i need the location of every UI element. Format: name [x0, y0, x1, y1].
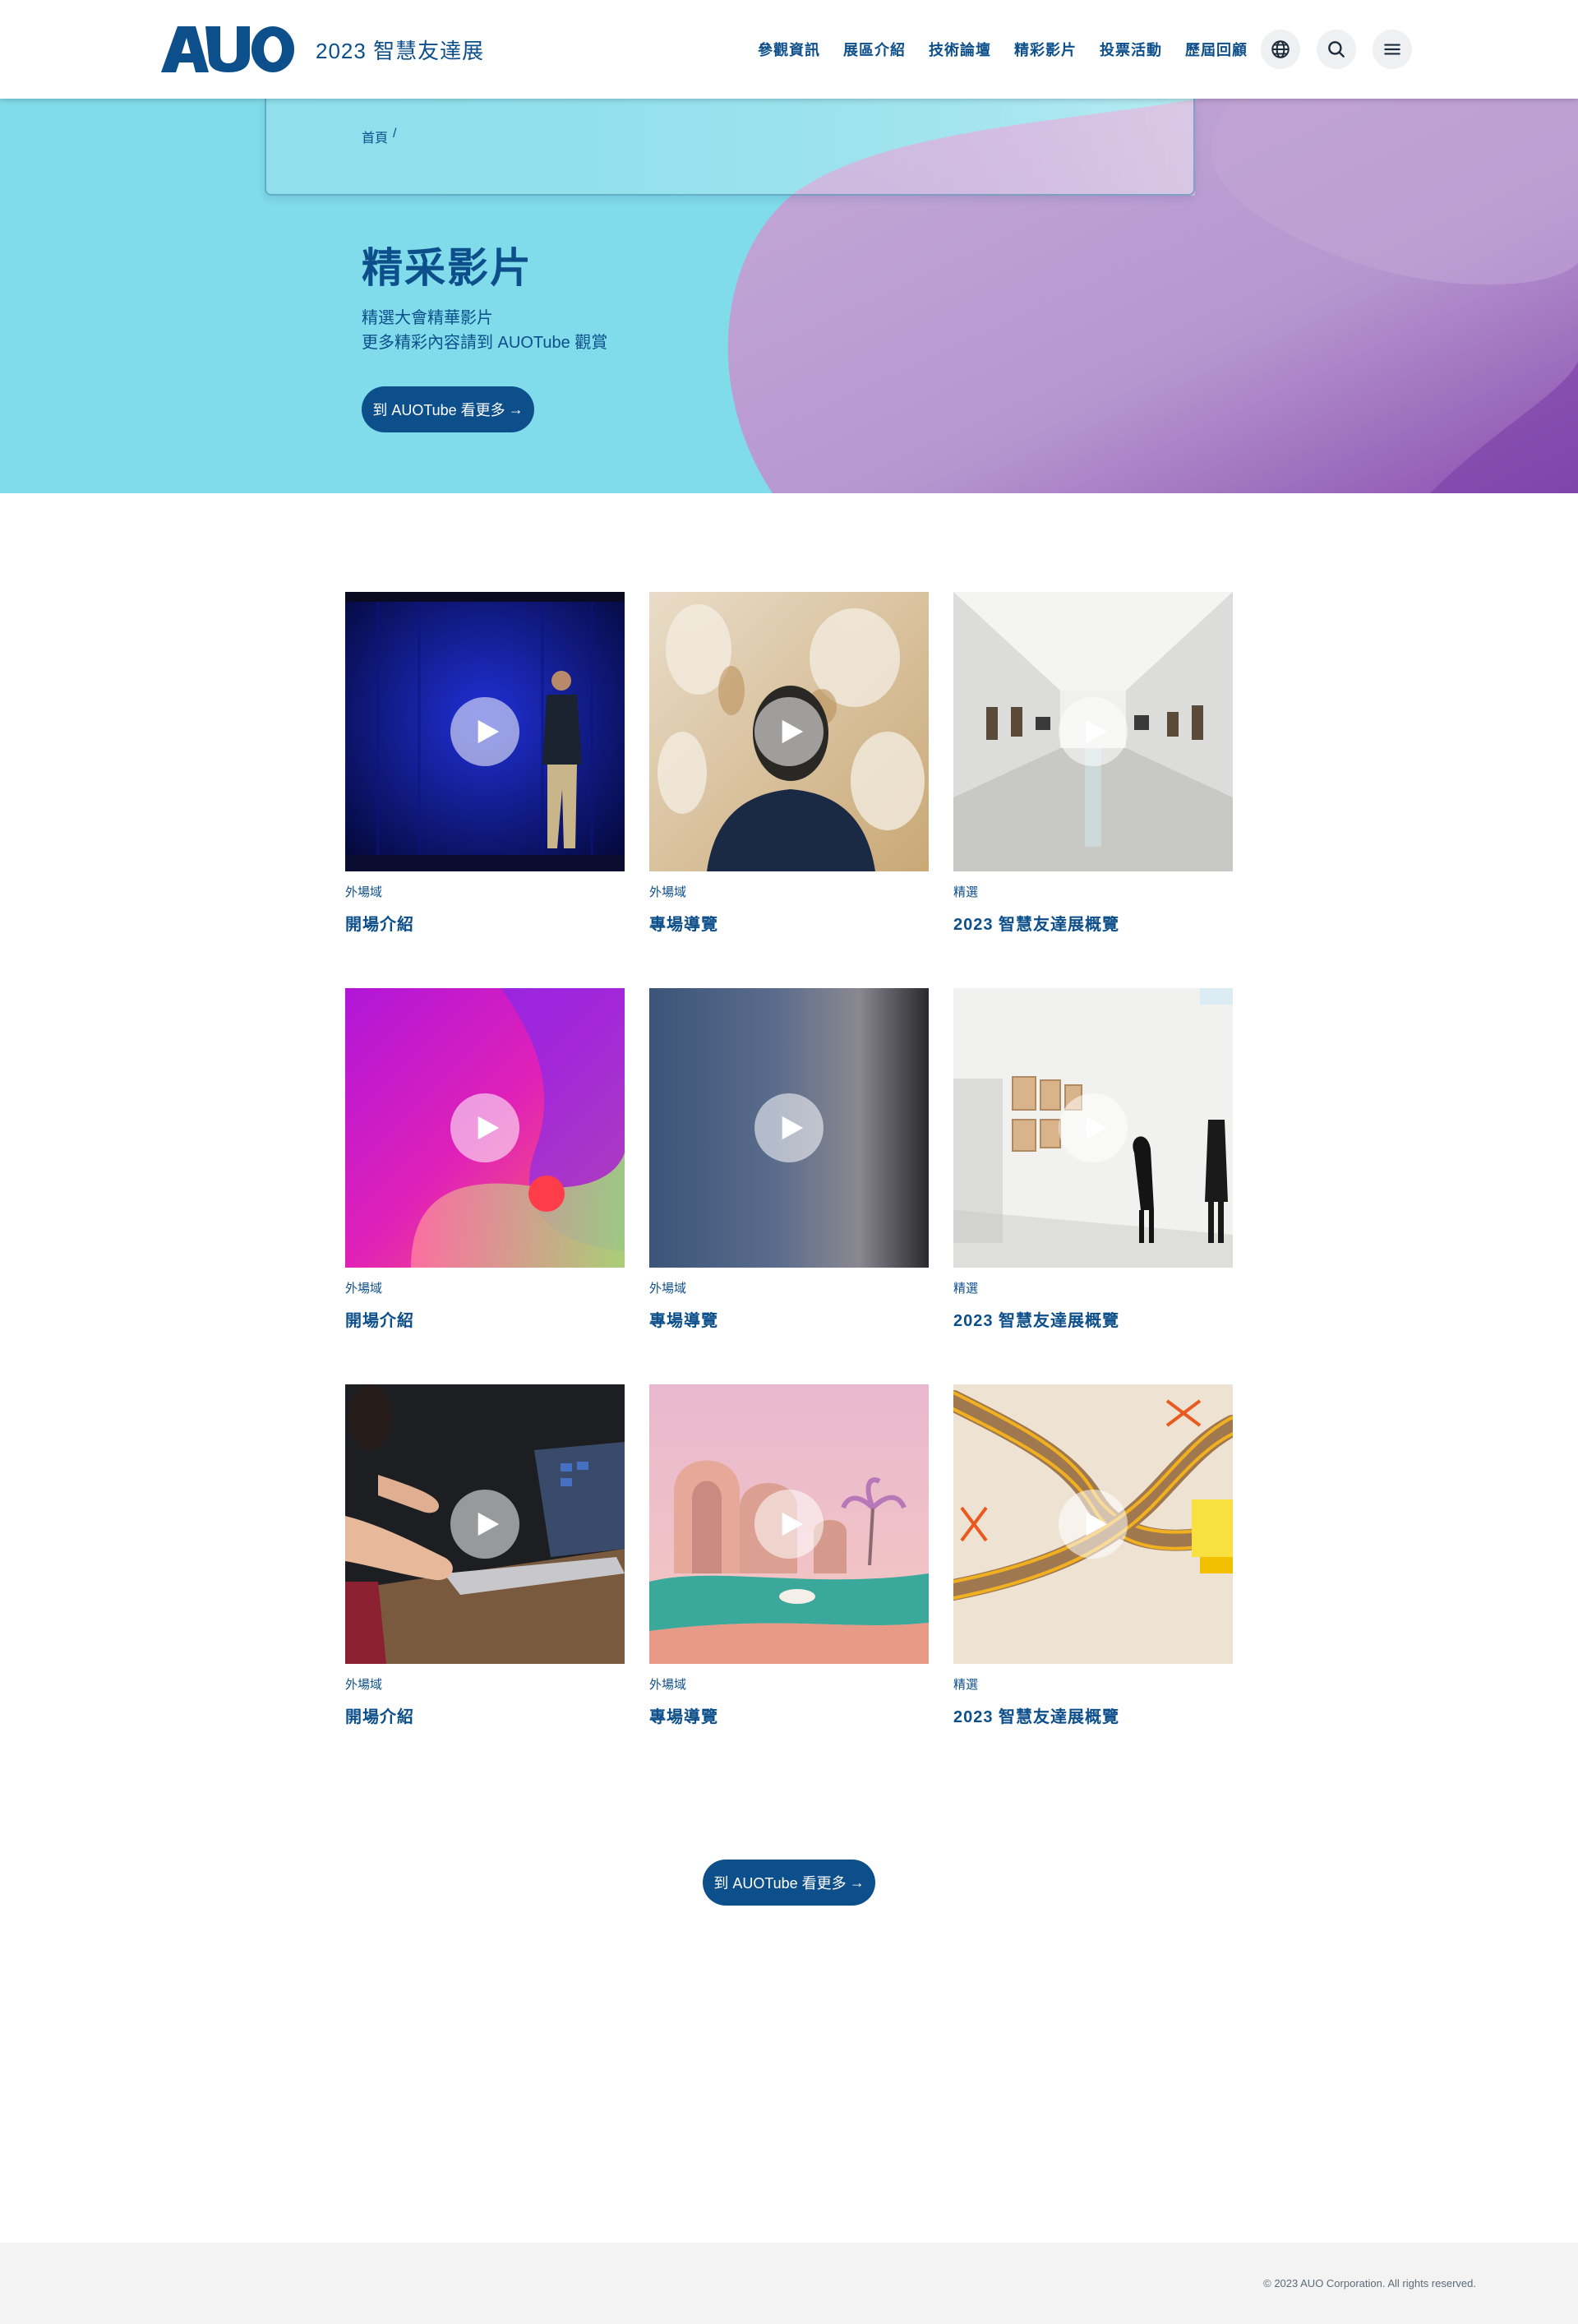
video-title[interactable]: 2023 智慧友達展概覽 — [953, 1307, 1119, 1331]
menu-button[interactable] — [1373, 30, 1412, 69]
breadcrumb: 首頁 / — [362, 127, 396, 146]
search-button[interactable] — [1317, 30, 1356, 69]
globe-icon — [1271, 40, 1290, 58]
play-icon — [478, 1512, 500, 1536]
site-title[interactable]: 2023 智慧友達展 — [316, 35, 484, 65]
video-thumbnail[interactable] — [345, 988, 625, 1268]
play-button[interactable] — [450, 697, 519, 766]
auo-logo[interactable] — [161, 26, 294, 72]
video-thumbnail[interactable] — [345, 1384, 625, 1664]
video-category: 外場域 — [649, 885, 687, 899]
arrow-right-icon: → — [508, 400, 524, 418]
nav-item-voting[interactable]: 投票活動 — [1100, 39, 1162, 60]
play-icon — [782, 1512, 804, 1536]
video-card[interactable]: 精選 2023 智慧友達展概覽 — [953, 592, 1233, 934]
play-button[interactable] — [1059, 1490, 1128, 1559]
breadcrumb-home[interactable]: 首頁 — [362, 127, 388, 146]
play-button[interactable] — [1059, 697, 1128, 766]
video-category: 精選 — [953, 1678, 979, 1692]
play-button[interactable] — [450, 1490, 519, 1559]
video-category: 精選 — [953, 1282, 979, 1296]
video-card[interactable]: 外場域 開場介紹 — [345, 592, 625, 934]
hero-banner: 首頁 / 精采影片 精選大會精華影片 更多精彩內容請到 AUOTube 觀賞 到… — [0, 99, 1578, 493]
video-card[interactable]: 外場域 專場導覽 — [649, 1384, 929, 1726]
play-icon — [782, 1116, 804, 1140]
site-header: 2023 智慧友達展 參觀資訊 展區介紹 技術論壇 精彩影片 投票活動 歷屆回顧 — [0, 0, 1578, 99]
video-card[interactable]: 外場域 專場導覽 — [649, 592, 929, 934]
play-button[interactable] — [754, 1093, 824, 1162]
video-card[interactable]: 精選 2023 智慧友達展概覽 — [953, 1384, 1233, 1726]
arrow-right-icon: → — [849, 1874, 865, 1891]
video-category: 精選 — [953, 885, 979, 899]
video-thumbnail[interactable] — [953, 592, 1233, 871]
video-category: 外場域 — [649, 1678, 687, 1692]
play-button[interactable] — [754, 697, 824, 766]
nav-item-past-events[interactable]: 歷屆回顧 — [1185, 39, 1248, 60]
play-icon — [478, 719, 500, 744]
site-footer: © 2023 AUO Corporation. All rights reser… — [0, 2243, 1578, 2324]
video-thumbnail[interactable] — [953, 1384, 1233, 1664]
video-title[interactable]: 開場介紹 — [345, 911, 414, 935]
nav-item-forum[interactable]: 技術論壇 — [929, 39, 991, 60]
menu-icon — [1384, 44, 1400, 55]
play-button[interactable] — [754, 1490, 824, 1559]
video-thumbnail[interactable] — [649, 1384, 929, 1664]
video-title[interactable]: 專場導覽 — [649, 1307, 718, 1331]
hero-description: 精選大會精華影片 更多精彩內容請到 AUOTube 觀賞 — [362, 306, 607, 355]
hero-description-line-2: 更多精彩內容請到 AUOTube 觀賞 — [362, 334, 608, 352]
video-category: 外場域 — [345, 885, 383, 899]
language-button[interactable] — [1261, 30, 1300, 69]
page-title: 精采影片 — [362, 245, 533, 291]
auotube-more-bottom-label: 到 AUOTube 看更多 — [713, 1875, 847, 1892]
breadcrumb-separator: / — [393, 127, 397, 141]
video-title[interactable]: 開場介紹 — [345, 1703, 414, 1727]
play-icon — [1086, 1116, 1108, 1140]
video-thumbnail[interactable] — [649, 592, 929, 871]
video-card[interactable]: 外場域 開場介紹 — [345, 1384, 625, 1726]
video-title[interactable]: 開場介紹 — [345, 1307, 414, 1331]
auotube-more-bottom-button[interactable]: 到 AUOTube 看更多 → — [703, 1860, 875, 1906]
auotube-more-label: 到 AUOTube 看更多 — [372, 402, 505, 418]
video-card[interactable]: 外場域 專場導覽 — [649, 988, 929, 1330]
hero-description-line-1: 精選大會精華影片 — [362, 309, 493, 327]
video-thumbnail[interactable] — [649, 988, 929, 1268]
video-thumbnail[interactable] — [953, 988, 1233, 1268]
video-category: 外場域 — [649, 1282, 687, 1296]
nav-item-exhibits[interactable]: 展區介紹 — [843, 39, 906, 60]
video-title[interactable]: 專場導覽 — [649, 911, 718, 935]
main-nav: 參觀資訊 展區介紹 技術論壇 精彩影片 投票活動 歷屆回顧 — [758, 0, 1248, 99]
play-icon — [782, 719, 804, 744]
search-icon — [1328, 41, 1345, 58]
video-card[interactable]: 精選 2023 智慧友達展概覽 — [953, 988, 1233, 1330]
video-title[interactable]: 2023 智慧友達展概覽 — [953, 1703, 1119, 1727]
nav-item-visit-info[interactable]: 參觀資訊 — [758, 39, 820, 60]
video-title[interactable]: 專場導覽 — [649, 1703, 718, 1727]
video-thumbnail[interactable] — [345, 592, 625, 871]
play-icon — [478, 1116, 500, 1140]
copyright-text: © 2023 AUO Corporation. All rights reser… — [1263, 2277, 1476, 2289]
play-icon — [1086, 719, 1108, 744]
nav-item-videos[interactable]: 精彩影片 — [1014, 39, 1077, 60]
video-category: 外場域 — [345, 1678, 383, 1692]
auotube-more-button[interactable]: 到 AUOTube 看更多 → — [362, 386, 534, 432]
video-card[interactable]: 外場域 開場介紹 — [345, 988, 625, 1330]
play-button[interactable] — [450, 1093, 519, 1162]
play-icon — [1086, 1512, 1108, 1536]
video-category: 外場域 — [345, 1282, 383, 1296]
breadcrumb-panel — [265, 99, 1195, 196]
play-button[interactable] — [1059, 1093, 1128, 1162]
video-title[interactable]: 2023 智慧友達展概覽 — [953, 911, 1119, 935]
